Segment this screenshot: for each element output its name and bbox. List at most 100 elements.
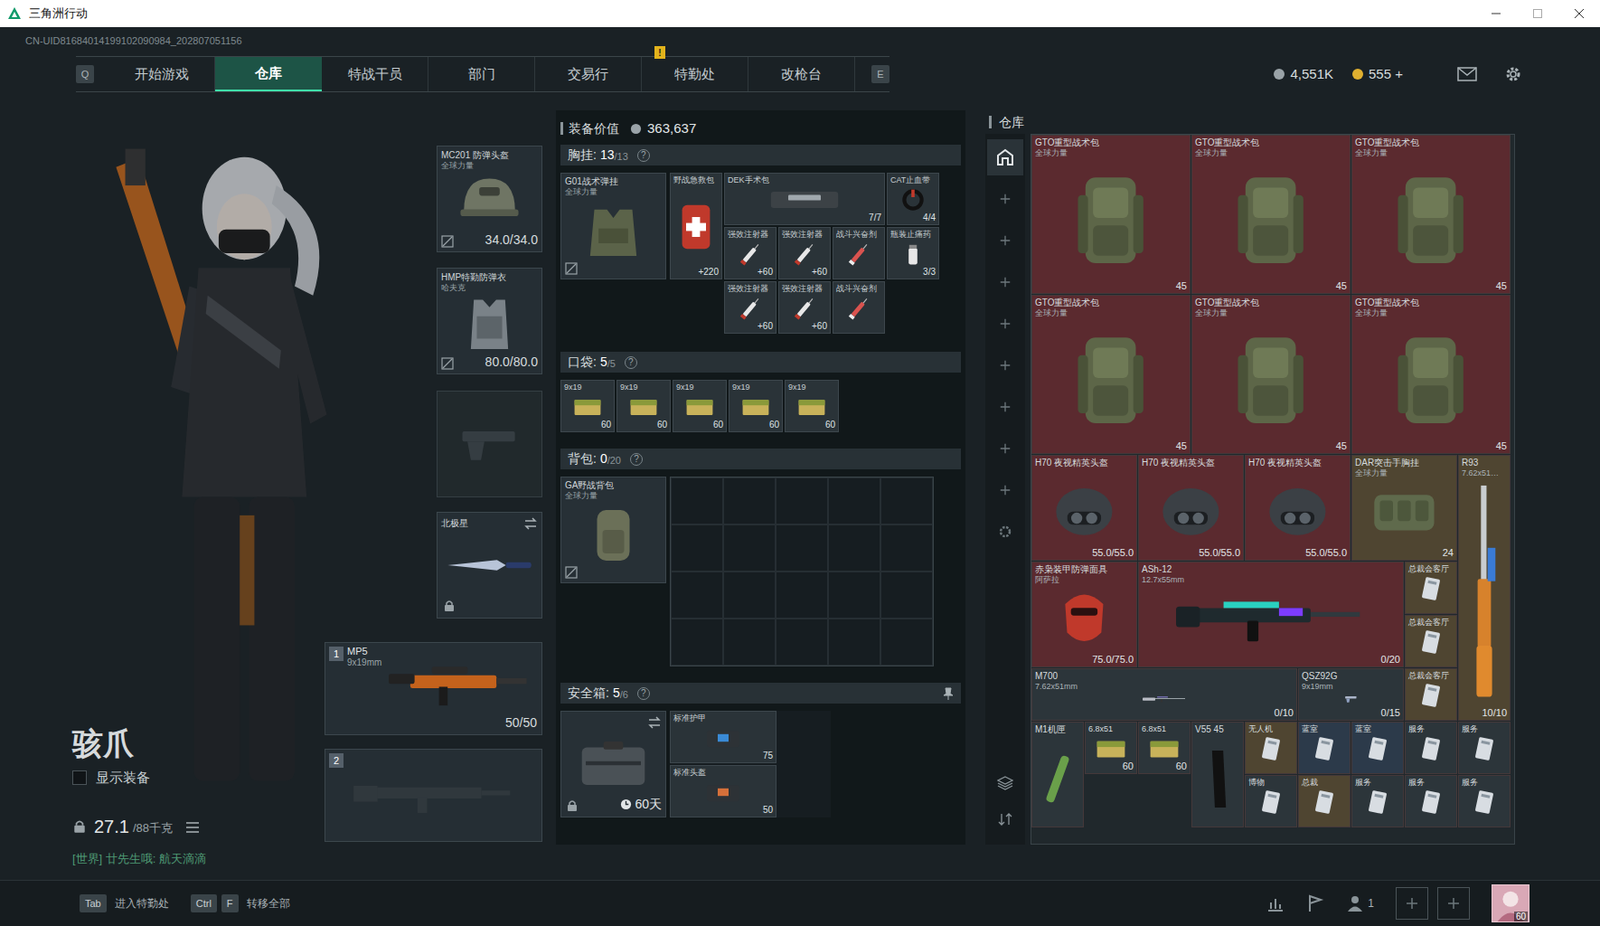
show-equipment-toggle[interactable]: 显示装备 (72, 767, 325, 789)
help-button[interactable]: ? (637, 149, 650, 162)
warehouse-item[interactable]: H70 夜视精英头盔55.0/55.0 (1138, 454, 1244, 561)
layers-button[interactable] (987, 764, 1024, 801)
backpack-slot[interactable] (670, 524, 724, 572)
pocket-item[interactable]: 9x1960 (784, 379, 839, 433)
warehouse-item[interactable]: 6.8x5160 (1138, 721, 1191, 774)
backpack-slot[interactable] (828, 571, 881, 619)
safe-item[interactable]: 标准头盔50 (669, 764, 777, 818)
pocket-item[interactable]: 9x1960 (616, 379, 671, 433)
warehouse-item[interactable]: 蓝室 (1351, 721, 1404, 774)
warehouse-item[interactable]: GTO重型战术包全球力量45 (1351, 134, 1511, 294)
armor-slot[interactable]: HMP特勤防弹衣哈夫克80.0/80.0 (436, 267, 543, 375)
show-equipment-checkbox[interactable] (72, 770, 87, 785)
backpack-slot[interactable] (775, 571, 829, 619)
warehouse-item[interactable]: 蓝室 (1298, 721, 1351, 774)
help-button[interactable]: ? (630, 452, 643, 466)
warehouse-item[interactable]: 总裁会客厅 (1404, 614, 1458, 668)
add-tab-button[interactable] (987, 305, 1024, 342)
backpack-slot[interactable] (880, 618, 933, 666)
stats-button[interactable] (1266, 894, 1285, 913)
party-button[interactable]: 1 (1345, 894, 1375, 913)
warehouse-item[interactable]: V55 45 (1191, 721, 1244, 828)
backpack-slot[interactable] (828, 477, 881, 525)
currency[interactable]: 555 + (1351, 64, 1403, 85)
backpack-slot[interactable] (723, 524, 776, 572)
add-tab-button[interactable] (987, 471, 1024, 509)
invite-slot[interactable] (1437, 886, 1470, 920)
warehouse-item[interactable]: 无人机 (1244, 721, 1298, 774)
warehouse-tab[interactable] (987, 139, 1024, 176)
backpack-slot[interactable] (775, 477, 829, 525)
chest-rig-item[interactable]: 强效注射器+60 (724, 226, 777, 280)
add-tab-button[interactable] (987, 222, 1024, 259)
chest-rig-item[interactable]: 强效注射器+60 (778, 281, 831, 334)
safe-item[interactable]: 标准护甲75 (669, 710, 777, 763)
chest-rig-item[interactable]: 野战急救包+220 (669, 172, 723, 280)
key-hint[interactable]: CtrlF转移全部 (190, 894, 291, 913)
safe-case-slot[interactable]: 60天 (560, 710, 667, 818)
prev-tab-key[interactable]: Q (75, 65, 95, 84)
maximize-button[interactable] (1516, 0, 1559, 28)
warehouse-item[interactable]: ASh-1212.7x55mm0/20 (1138, 561, 1404, 668)
backpack-slot[interactable] (828, 618, 881, 666)
chest-rig-item[interactable]: 战斗兴奋剂 (832, 226, 885, 280)
backpack-slot[interactable] (723, 477, 776, 525)
warehouse-item[interactable]: 服务 (1351, 774, 1404, 828)
backpack-slot[interactable] (670, 477, 724, 525)
minimize-button[interactable] (1475, 0, 1517, 28)
warehouse-item[interactable]: H70 夜视精英头盔55.0/55.0 (1031, 454, 1138, 561)
warehouse-item[interactable]: M7007.62x51mm0/10 (1031, 668, 1298, 721)
melee-slot[interactable]: 北极星 (436, 511, 543, 619)
mail-button[interactable] (1457, 66, 1478, 82)
warehouse-item[interactable]: GTO重型战术包全球力量45 (1031, 294, 1191, 454)
warehouse-item[interactable]: H70 夜视精英头盔55.0/55.0 (1244, 454, 1351, 561)
warehouse-item[interactable]: GTO重型战术包全球力量45 (1031, 134, 1191, 294)
currency[interactable]: 4,551K (1272, 64, 1334, 85)
weapon-slot[interactable]: 2 (324, 748, 543, 842)
backpack-slot[interactable] (670, 571, 724, 619)
warehouse-item[interactable]: 总裁 (1298, 774, 1351, 828)
warehouse-item[interactable]: 服务 (1404, 721, 1458, 774)
player-avatar[interactable]: 60 (1491, 884, 1530, 923)
backpack-slot[interactable] (723, 571, 776, 619)
settings-button[interactable] (1504, 65, 1523, 84)
nav-tab[interactable]: 交易行 (535, 56, 642, 92)
warehouse-item[interactable]: QSZ92G9x19mm0/15 (1298, 668, 1404, 721)
warehouse-item[interactable]: 博物 (1244, 774, 1298, 828)
help-button[interactable]: ? (637, 687, 650, 700)
warehouse-item[interactable]: 总裁会客厅 (1404, 561, 1458, 614)
pocket-item[interactable]: 9x1960 (728, 379, 783, 433)
backpack-slot[interactable] (880, 571, 933, 619)
nav-tab[interactable]: 部门 (428, 56, 536, 92)
chest-rig-item[interactable]: 战斗兴奋剂 (832, 281, 885, 334)
pocket-item[interactable]: 9x1960 (560, 379, 615, 433)
warehouse-item[interactable]: 总裁会客厅 (1404, 668, 1458, 721)
chest-rig-item[interactable]: DEK手术包7/7 (724, 172, 885, 226)
add-tab-button[interactable] (987, 263, 1024, 301)
add-tab-button[interactable] (987, 180, 1024, 217)
helmet-slot[interactable]: MC201 防弹头盔全球力量34.0/34.0 (436, 145, 543, 253)
warehouse-item[interactable]: 服务 (1458, 774, 1511, 828)
chest-rig-item[interactable]: 强效注射器+60 (778, 226, 831, 280)
nav-tab[interactable]: 特战干员 (321, 56, 429, 92)
warehouse-item[interactable]: 服务 (1404, 774, 1458, 828)
nav-tab[interactable]: 改枪台 (748, 56, 856, 92)
invite-slot[interactable] (1395, 886, 1429, 920)
pistol-slot[interactable] (436, 390, 543, 498)
backpack-slot[interactable] (880, 524, 933, 572)
backpack-slot[interactable] (775, 618, 829, 666)
backpack-slot-card[interactable]: GA野战背包全球力量 (560, 476, 667, 584)
chest-rig-slot[interactable]: G01战术弹挂全球力量 (560, 172, 667, 280)
warehouse-item[interactable]: GTO重型战术包全球力量45 (1351, 294, 1511, 454)
backpack-slot[interactable] (723, 618, 776, 666)
help-button[interactable]: ? (624, 356, 638, 369)
chest-rig-item[interactable]: 强效注射器+60 (724, 281, 777, 334)
warehouse-item[interactable]: GTO重型战术包全球力量45 (1191, 134, 1351, 294)
add-tab-button[interactable] (987, 347, 1024, 384)
backpack-slot[interactable] (828, 524, 881, 572)
warehouse-item[interactable]: M1机匣 (1031, 721, 1084, 828)
nav-tab[interactable]: 开始游戏 (108, 56, 216, 92)
backpack-slot[interactable] (670, 618, 724, 666)
warehouse-settings-button[interactable] (987, 513, 1024, 550)
chest-rig-item[interactable]: CAT止血带4/4 (886, 172, 940, 226)
